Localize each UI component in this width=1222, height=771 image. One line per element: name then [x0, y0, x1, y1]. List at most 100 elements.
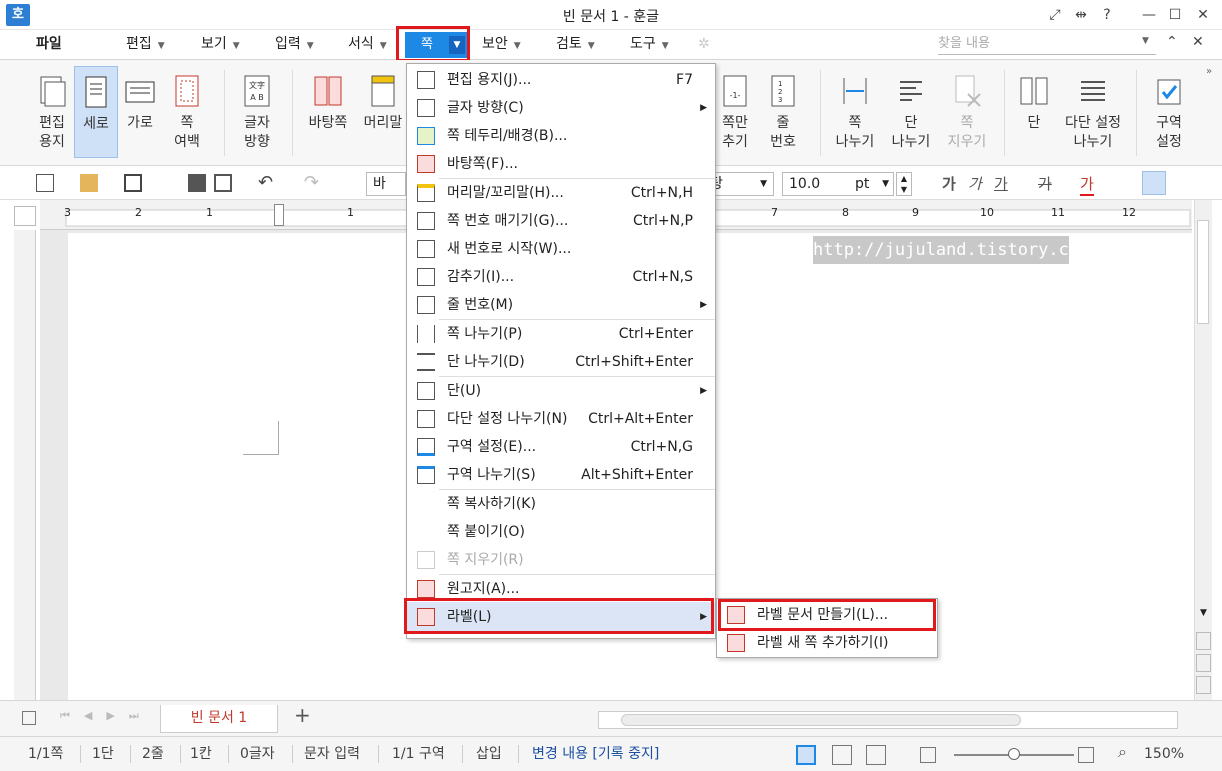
menu-item-add-label-page[interactable]: 라벨 새 쪽 추가하기(I) — [717, 629, 937, 657]
menu-item-header-footer[interactable]: 머리말/꼬리말(H)... Ctrl+N,H — [407, 179, 715, 207]
menu-format[interactable]: 서식 ▼ — [348, 30, 387, 58]
search-input[interactable]: 찾을 내용 — [938, 33, 1156, 55]
page-view-icon[interactable] — [1196, 654, 1211, 672]
undo-icon[interactable]: ↶ — [258, 172, 273, 193]
bold-icon[interactable]: 가 — [942, 173, 956, 194]
portrait-button[interactable]: 세로 — [74, 66, 118, 158]
vertical-ruler[interactable] — [14, 230, 36, 700]
menu-item-new-number[interactable]: 새 번호로 시작(W)... — [407, 235, 715, 263]
tab-nav-arrows[interactable]: ⏮◀▶⏭ — [60, 709, 153, 723]
open-folder-icon[interactable] — [80, 174, 98, 192]
collapse-ribbon-icon[interactable]: ⌃ — [1166, 34, 1178, 50]
page-break-button[interactable]: 쪽 나누기 — [830, 66, 880, 160]
menu-item-shortcut: Ctrl+N,G — [630, 439, 693, 455]
font-size-stepper[interactable]: ▲ ▼ — [896, 172, 912, 196]
vertical-scrollbar[interactable]: ▼ — [1194, 200, 1212, 700]
header-button[interactable]: 머리말 — [360, 66, 406, 160]
menu-view[interactable]: 보기 ▼ — [201, 30, 240, 58]
status-zoom[interactable]: 150% — [1144, 737, 1184, 771]
landscape-button[interactable]: 가로 — [118, 66, 162, 160]
new-doc-icon[interactable] — [36, 174, 54, 192]
redo-icon[interactable]: ↷ — [304, 172, 319, 193]
menu-security[interactable]: 보안 ▼ — [482, 30, 521, 58]
fullscreen-icon[interactable]: ⤢ — [1044, 5, 1066, 25]
section-settings-button[interactable]: 구역 설정 — [1146, 66, 1192, 160]
edit-paper-button[interactable]: 편집 용지 — [30, 66, 74, 160]
menu-item-page-break[interactable]: 쪽 나누기(P) Ctrl+Enter — [407, 320, 715, 348]
menu-item-copy-page[interactable]: 쪽 복사하기(K) — [407, 490, 715, 518]
split-icon[interactable]: ⇹ — [1070, 5, 1092, 25]
delete-page-button[interactable]: 쪽 지우기 — [942, 66, 992, 160]
multi-column-break-button[interactable]: 다단 설정 나누기 — [1058, 66, 1128, 160]
indent-marker[interactable] — [274, 204, 284, 226]
strikethrough-icon[interactable]: 가 — [1038, 173, 1052, 194]
menu-item-section-break[interactable]: 구역 나누기(S) Alt+Shift+Enter — [407, 461, 715, 489]
close-icon[interactable]: ✕ — [1192, 5, 1214, 25]
save-icon[interactable] — [124, 174, 142, 192]
ruler-corner[interactable] — [14, 206, 36, 226]
menu-edit[interactable]: 편집 ▼ — [126, 30, 165, 58]
menu-item-columns[interactable]: 단(U) ▶ — [407, 377, 715, 405]
page-margin-button[interactable]: 쪽 여백 — [164, 66, 210, 160]
status-insert[interactable]: 삽입 — [476, 737, 502, 771]
status-page[interactable]: 1/1쪽 — [28, 737, 63, 771]
page-up-icon[interactable] — [1196, 632, 1211, 650]
menu-item-paste-page[interactable]: 쪽 붙이기(O) — [407, 518, 715, 546]
tab-list-icon[interactable] — [22, 711, 36, 725]
menu-item-hide[interactable]: 감추기(I)... Ctrl+N,S — [407, 263, 715, 291]
line-number-button[interactable]: 123 줄 번호 — [760, 66, 806, 160]
page-break-label2: 나누기 — [835, 134, 875, 150]
print-icon[interactable] — [188, 174, 206, 192]
align-justify-icon[interactable] — [1142, 171, 1166, 195]
menu-item-page-border[interactable]: 쪽 테두리/배경(B)... — [407, 122, 715, 150]
preview-icon[interactable] — [214, 174, 232, 192]
horizontal-scrollbar[interactable] — [598, 711, 1178, 729]
scroll-thumb[interactable] — [621, 714, 1021, 726]
menu-item-page-number[interactable]: 쪽 번호 매기기(G)... Ctrl+N,P — [407, 207, 715, 235]
add-tab-button[interactable]: + — [294, 703, 311, 727]
menu-item-multi-column-break[interactable]: 다단 설정 나누기(N) Ctrl+Alt+Enter — [407, 405, 715, 433]
close-doc-icon[interactable]: ✕ — [1192, 34, 1204, 50]
italic-icon[interactable]: 가 — [968, 173, 982, 194]
maximize-icon[interactable]: ☐ — [1164, 5, 1186, 25]
columns-button[interactable]: 단 — [1012, 66, 1056, 160]
chevron-down-icon[interactable]: ▼ — [449, 36, 465, 54]
page-only-button[interactable]: -1- 쪽만 추기 — [714, 66, 756, 160]
chevron-down-icon[interactable]: ▼ — [1142, 36, 1149, 46]
status-track-changes[interactable]: 변경 내용 [기록 중지] — [532, 737, 659, 771]
menu-item-master-page[interactable]: 바탕쪽(F)... — [407, 150, 715, 178]
menu-insert[interactable]: 입력 ▼ — [275, 30, 314, 58]
page-down-icon[interactable] — [1196, 676, 1211, 694]
menu-item-edit-paper[interactable]: 편집 용지(J)... F7 — [407, 66, 715, 94]
tab-document-1[interactable]: 빈 문서 1 — [160, 705, 278, 733]
magnifier-icon[interactable]: ⌕ — [1118, 742, 1127, 762]
master-page-button[interactable]: 바탕쪽 — [302, 66, 354, 160]
watermark-text: http://jujuland.tistory.com — [813, 236, 1089, 264]
menu-item-section-settings[interactable]: 구역 설정(E)... Ctrl+N,G — [407, 433, 715, 461]
menu-item-text-direction[interactable]: 글자 방향(C) ▶ — [407, 94, 715, 122]
width-view-icon[interactable] — [832, 745, 852, 765]
scroll-thumb[interactable] — [1197, 220, 1209, 324]
underline-icon[interactable]: 가 — [994, 173, 1008, 194]
text-direction-button[interactable]: 文字 A B 글자 방향 — [234, 66, 280, 160]
menu-item-line-number[interactable]: 줄 번호(M) ▶ — [407, 291, 715, 319]
page-view-icon[interactable] — [796, 745, 816, 765]
menu-item-column-break[interactable]: 단 나누기(D) Ctrl+Shift+Enter — [407, 348, 715, 376]
zoom-out-icon[interactable] — [920, 747, 936, 763]
font-color-icon[interactable]: 가 — [1080, 173, 1094, 196]
menu-page[interactable]: 쪽 ▼ — [405, 32, 467, 58]
column-break-button[interactable]: 단 나누기 — [886, 66, 936, 160]
zoom-slider-thumb[interactable] — [1008, 748, 1020, 760]
chevron-down-icon[interactable]: ▼ — [1196, 608, 1211, 626]
menu-review[interactable]: 검토 ▼ — [556, 30, 595, 58]
font-size-field[interactable]: 10.0 pt ▼ — [782, 172, 894, 196]
style-select[interactable]: 바 — [366, 172, 406, 196]
menu-file[interactable]: 파일 — [36, 30, 62, 58]
minimize-icon[interactable]: — — [1138, 5, 1160, 25]
menu-tools[interactable]: 도구 ▼ — [630, 30, 669, 58]
full-view-icon[interactable] — [866, 745, 886, 765]
help-icon[interactable]: ? — [1096, 5, 1118, 25]
chevron-right-icon[interactable]: » — [1206, 66, 1212, 77]
zoom-in-icon[interactable] — [1078, 747, 1094, 763]
puzzle-icon[interactable]: ✲ — [698, 36, 716, 52]
